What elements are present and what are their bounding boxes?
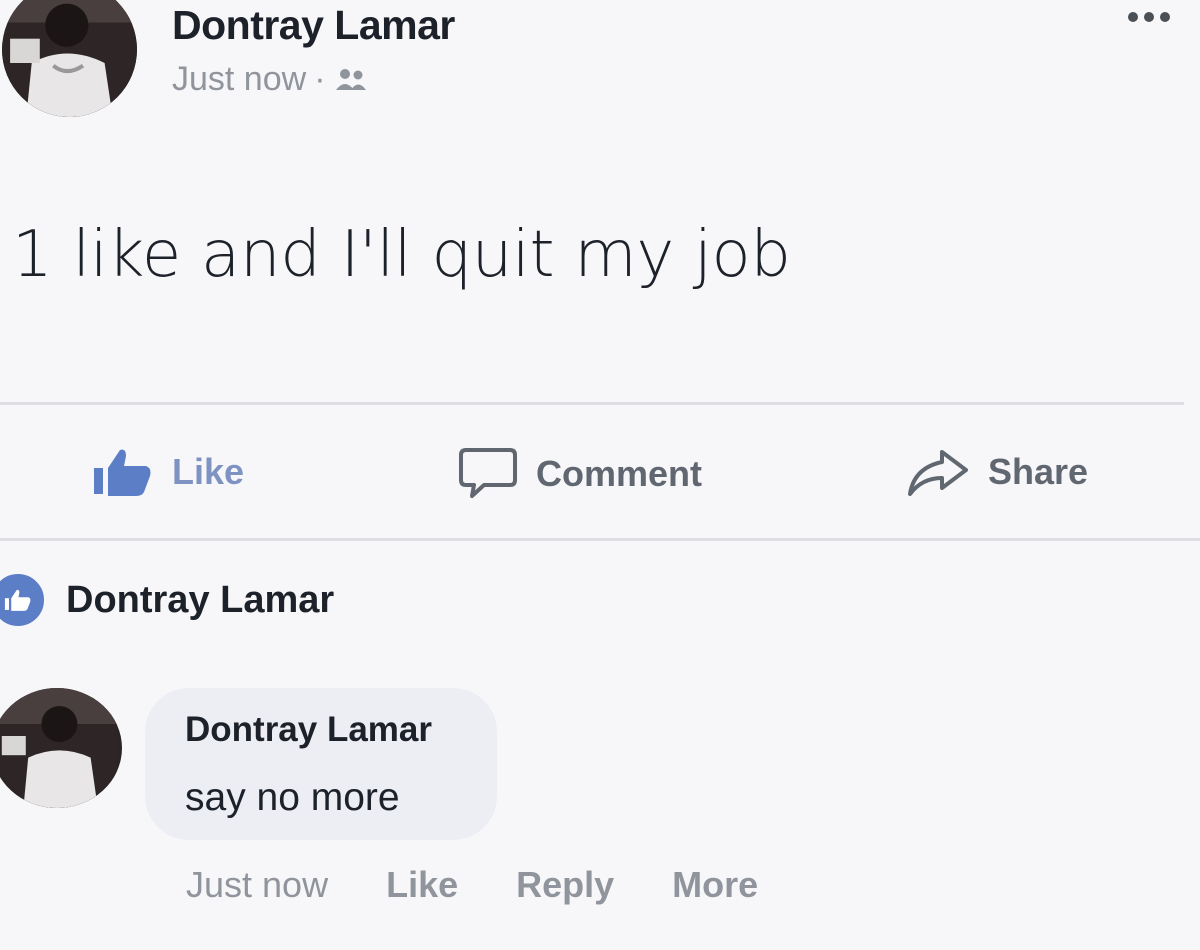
post-action-bar: Like Comment Share (0, 406, 1200, 536)
reactor-name[interactable]: Dontray Lamar (66, 579, 334, 622)
reaction-summary[interactable]: Dontray Lamar (0, 570, 334, 630)
friends-icon[interactable] (334, 66, 370, 94)
post-author-name[interactable]: Dontray Lamar (172, 2, 455, 49)
comment-bubble: Dontray Lamar say no more (145, 688, 497, 840)
share-button[interactable]: Share (906, 446, 1088, 498)
divider (0, 538, 1200, 541)
divider (0, 402, 1184, 405)
meta-separator: · (314, 60, 326, 98)
author-avatar[interactable] (2, 0, 137, 117)
like-button[interactable]: Like (92, 446, 244, 498)
comment-text: say no more (185, 776, 400, 819)
like-badge-icon (0, 570, 48, 630)
more-options-icon[interactable] (1128, 12, 1170, 22)
share-label: Share (988, 451, 1089, 492)
share-icon (908, 450, 968, 496)
post-text: 1 like and I'll quit my job (12, 218, 791, 292)
comment-author-name[interactable]: Dontray Lamar (185, 710, 432, 750)
post-meta: Just now · (172, 60, 370, 99)
like-label: Like (172, 451, 245, 492)
comment-icon (459, 448, 517, 498)
comment-actions: Just now Like Reply More (186, 864, 758, 906)
comment-label: Comment (536, 453, 703, 494)
comment-like-button[interactable]: Like (386, 864, 458, 906)
comment-reply-button[interactable]: Reply (516, 864, 614, 906)
comment-button[interactable]: Comment (458, 446, 702, 502)
comment-more-button[interactable]: More (672, 864, 758, 906)
post-header: Dontray Lamar Just now · (0, 0, 1200, 140)
post-timestamp[interactable]: Just now (172, 60, 306, 99)
thumbs-up-icon (94, 449, 151, 496)
commenter-avatar[interactable] (0, 688, 122, 808)
comment-timestamp[interactable]: Just now (186, 864, 328, 906)
